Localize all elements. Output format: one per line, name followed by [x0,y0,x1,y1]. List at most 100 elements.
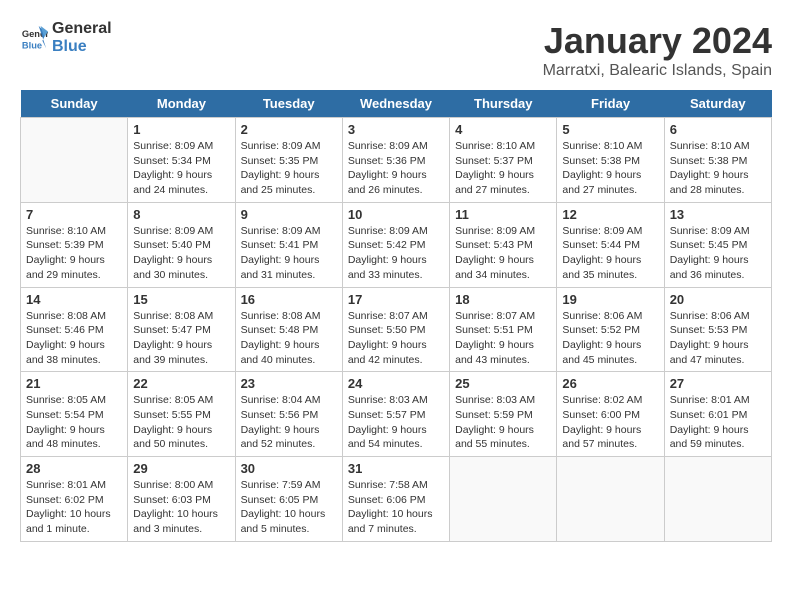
calendar-cell: 26 Sunrise: 8:02 AMSunset: 6:00 PMDayligh… [557,372,664,457]
day-info: Sunrise: 7:59 AMSunset: 6:05 PMDaylight:… [241,478,337,537]
calendar-cell: 6 Sunrise: 8:10 AMSunset: 5:38 PMDaylight… [664,118,771,203]
calendar-cell: 12 Sunrise: 8:09 AMSunset: 5:44 PMDayligh… [557,202,664,287]
calendar-cell: 8Sunrise: 8:09 AMSunset: 5:40 PMDaylight… [128,202,235,287]
day-info: Sunrise: 8:03 AMSunset: 5:59 PMDaylight:… [455,393,551,452]
day-number: 30 [241,461,337,476]
calendar-cell: 18Sunrise: 8:07 AMSunset: 5:51 PMDayligh… [450,287,557,372]
day-number: 11 [455,207,551,222]
calendar-cell: 3 Sunrise: 8:09 AMSunset: 5:36 PMDaylight… [342,118,449,203]
calendar-cell: 15Sunrise: 8:08 AMSunset: 5:47 PMDayligh… [128,287,235,372]
week-row-4: 21Sunrise: 8:05 AMSunset: 5:54 PMDayligh… [21,372,772,457]
calendar-cell: 31 Sunrise: 7:58 AMSunset: 6:06 PMDayligh… [342,457,449,542]
day-info: Sunrise: 8:09 AMSunset: 5:40 PMDaylight:… [133,224,229,283]
calendar-cell: 17 Sunrise: 8:07 AMSunset: 5:50 PMDayligh… [342,287,449,372]
day-number: 25 [455,376,551,391]
day-number: 22 [133,376,229,391]
calendar-cell: 5Sunrise: 8:10 AMSunset: 5:38 PMDaylight… [557,118,664,203]
day-info: Sunrise: 8:09 AMSunset: 5:45 PMDaylight:… [670,224,766,283]
calendar-cell: 27 Sunrise: 8:01 AMSunset: 6:01 PMDayligh… [664,372,771,457]
day-number: 20 [670,292,766,307]
week-row-1: 1 Sunrise: 8:09 AMSunset: 5:34 PMDaylight… [21,118,772,203]
day-header-wednesday: Wednesday [342,90,449,118]
calendar-cell: 21Sunrise: 8:05 AMSunset: 5:54 PMDayligh… [21,372,128,457]
day-number: 9 [241,207,337,222]
svg-text:Blue: Blue [22,40,42,50]
day-number: 24 [348,376,444,391]
calendar-cell: 28 Sunrise: 8:01 AMSunset: 6:02 PMDayligh… [21,457,128,542]
week-row-3: 14 Sunrise: 8:08 AMSunset: 5:46 PMDayligh… [21,287,772,372]
day-number: 1 [133,122,229,137]
calendar-cell: 19Sunrise: 8:06 AMSunset: 5:52 PMDayligh… [557,287,664,372]
day-number: 14 [26,292,122,307]
calendar-cell: 22Sunrise: 8:05 AMSunset: 5:55 PMDayligh… [128,372,235,457]
day-number: 3 [348,122,444,137]
day-info: Sunrise: 8:02 AMSunset: 6:00 PMDaylight:… [562,393,658,452]
day-info: Sunrise: 8:00 AMSunset: 6:03 PMDaylight:… [133,478,229,537]
calendar-cell: 2 Sunrise: 8:09 AMSunset: 5:35 PMDaylight… [235,118,342,203]
day-number: 10 [348,207,444,222]
day-info: Sunrise: 8:01 AMSunset: 6:01 PMDaylight:… [670,393,766,452]
day-info: Sunrise: 8:09 AMSunset: 5:43 PMDaylight:… [455,224,551,283]
day-number: 2 [241,122,337,137]
calendar-cell: 29 Sunrise: 8:00 AMSunset: 6:03 PMDayligh… [128,457,235,542]
day-number: 15 [133,292,229,307]
day-header-thursday: Thursday [450,90,557,118]
calendar-cell [557,457,664,542]
calendar-cell: 11 Sunrise: 8:09 AMSunset: 5:43 PMDayligh… [450,202,557,287]
calendar-cell: 25 Sunrise: 8:03 AMSunset: 5:59 PMDayligh… [450,372,557,457]
day-info: Sunrise: 8:08 AMSunset: 5:46 PMDaylight:… [26,309,122,368]
title-section: January 2024 Marratxi, Balearic Islands,… [543,20,772,80]
day-number: 16 [241,292,337,307]
day-number: 17 [348,292,444,307]
calendar-cell: 10 Sunrise: 8:09 AMSunset: 5:42 PMDayligh… [342,202,449,287]
day-number: 6 [670,122,766,137]
day-info: Sunrise: 8:07 AMSunset: 5:50 PMDaylight:… [348,309,444,368]
day-number: 26 [562,376,658,391]
day-number: 7 [26,207,122,222]
calendar-cell: 7 Sunrise: 8:10 AMSunset: 5:39 PMDaylight… [21,202,128,287]
day-number: 27 [670,376,766,391]
calendar-cell: 23Sunrise: 8:04 AMSunset: 5:56 PMDayligh… [235,372,342,457]
calendar-cell: 13 Sunrise: 8:09 AMSunset: 5:45 PMDayligh… [664,202,771,287]
day-number: 12 [562,207,658,222]
day-info: Sunrise: 8:09 AMSunset: 5:44 PMDaylight:… [562,224,658,283]
day-number: 18 [455,292,551,307]
day-number: 28 [26,461,122,476]
calendar-title: January 2024 [543,20,772,62]
logo: General Blue General Blue [20,20,112,55]
day-number: 23 [241,376,337,391]
calendar-table: SundayMondayTuesdayWednesdayThursdayFrid… [20,90,772,542]
day-number: 4 [455,122,551,137]
day-header-monday: Monday [128,90,235,118]
day-info: Sunrise: 8:10 AMSunset: 5:37 PMDaylight:… [455,139,551,198]
page-header: General Blue General Blue January 2024 M… [20,20,772,80]
calendar-cell: 24 Sunrise: 8:03 AMSunset: 5:57 PMDayligh… [342,372,449,457]
calendar-cell: 4 Sunrise: 8:10 AMSunset: 5:37 PMDaylight… [450,118,557,203]
logo-text-general: General [52,20,112,38]
logo-text-blue: Blue [52,38,112,56]
day-info: Sunrise: 8:10 AMSunset: 5:39 PMDaylight:… [26,224,122,283]
day-number: 13 [670,207,766,222]
logo-icon: General Blue [20,24,48,52]
day-info: Sunrise: 8:09 AMSunset: 5:35 PMDaylight:… [241,139,337,198]
day-header-sunday: Sunday [21,90,128,118]
day-info: Sunrise: 8:09 AMSunset: 5:41 PMDaylight:… [241,224,337,283]
calendar-subtitle: Marratxi, Balearic Islands, Spain [543,62,772,80]
day-info: Sunrise: 8:09 AMSunset: 5:36 PMDaylight:… [348,139,444,198]
day-number: 5 [562,122,658,137]
calendar-cell: 30 Sunrise: 7:59 AMSunset: 6:05 PMDayligh… [235,457,342,542]
day-info: Sunrise: 8:03 AMSunset: 5:57 PMDaylight:… [348,393,444,452]
calendar-cell: 20Sunrise: 8:06 AMSunset: 5:53 PMDayligh… [664,287,771,372]
week-row-2: 7 Sunrise: 8:10 AMSunset: 5:39 PMDaylight… [21,202,772,287]
day-info: Sunrise: 8:10 AMSunset: 5:38 PMDaylight:… [670,139,766,198]
day-info: Sunrise: 8:09 AMSunset: 5:34 PMDaylight:… [133,139,229,198]
day-info: Sunrise: 8:01 AMSunset: 6:02 PMDaylight:… [26,478,122,537]
day-info: Sunrise: 7:58 AMSunset: 6:06 PMDaylight:… [348,478,444,537]
day-number: 31 [348,461,444,476]
day-number: 29 [133,461,229,476]
calendar-cell [450,457,557,542]
day-info: Sunrise: 8:08 AMSunset: 5:48 PMDaylight:… [241,309,337,368]
day-header-tuesday: Tuesday [235,90,342,118]
calendar-cell: 1 Sunrise: 8:09 AMSunset: 5:34 PMDaylight… [128,118,235,203]
day-info: Sunrise: 8:09 AMSunset: 5:42 PMDaylight:… [348,224,444,283]
